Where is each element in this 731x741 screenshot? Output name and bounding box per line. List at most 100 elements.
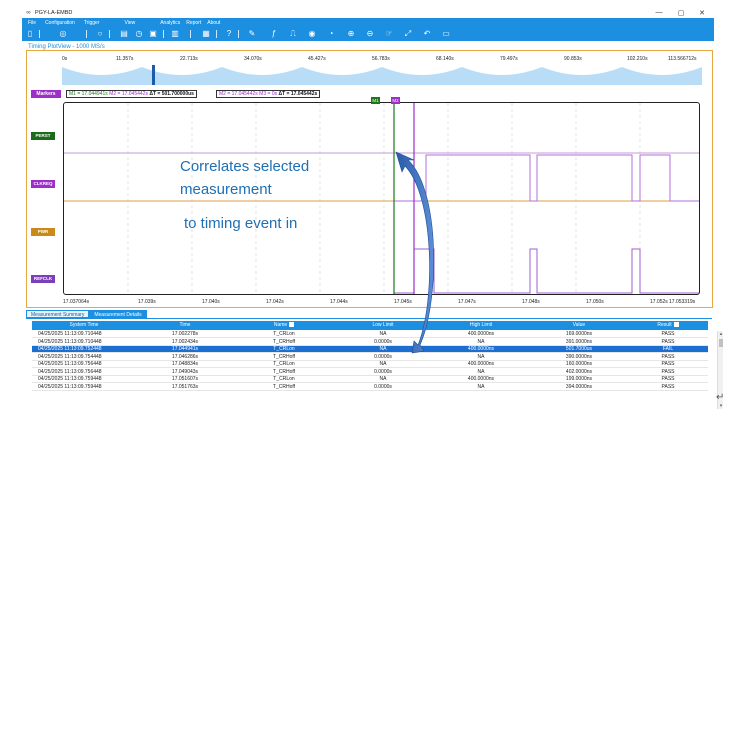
- function-icon[interactable]: ƒ: [269, 29, 279, 39]
- delta-value: ΔT = 17.045442s: [278, 91, 318, 97]
- scroll-up-icon[interactable]: ▴: [718, 331, 724, 337]
- table-row[interactable]: 04/25/2025 11:13:09.752448 17.044941s T_CR…: [32, 346, 708, 353]
- close-button[interactable]: ✕: [693, 7, 711, 18]
- menu-report[interactable]: Report: [186, 20, 201, 26]
- tab-measurement-summary[interactable]: Measurement Summary: [26, 310, 90, 318]
- tab-measurement-details[interactable]: Measurement Details: [89, 310, 147, 318]
- settings-icon[interactable]: ▭: [441, 29, 451, 39]
- waveform-area[interactable]: [63, 102, 700, 295]
- signal-label-perst[interactable]: PERST: [31, 132, 55, 140]
- m1-marker-tag[interactable]: M1: [371, 97, 380, 104]
- cell-high-limit: 400.0000ns: [467, 331, 495, 337]
- cell-system-time: 04/25/2025 11:13:09.759448: [38, 376, 102, 382]
- history-icon[interactable]: ◷: [134, 29, 144, 39]
- new-file-icon[interactable]: ▯: [25, 29, 35, 39]
- cell-time: 17.051763s: [171, 383, 199, 390]
- minimize-button[interactable]: —: [650, 7, 668, 18]
- m2-value: M2 = 17.045442s: [109, 91, 148, 97]
- cell-value: 199.0000ns: [565, 376, 593, 382]
- col-value[interactable]: Value: [530, 321, 628, 330]
- time-tick: 17.047s: [458, 299, 476, 305]
- time-tick: 17.042s: [266, 299, 284, 305]
- overview-tick: 34.070s: [244, 56, 262, 62]
- overview-strip[interactable]: [62, 65, 702, 85]
- markers-label: Markers: [31, 90, 61, 98]
- return-glyph-icon: ↵: [716, 392, 725, 403]
- m2-marker-tag[interactable]: M2: [391, 97, 400, 104]
- chart-icon[interactable]: ▥: [170, 29, 180, 39]
- toolbar-separator: [190, 30, 191, 38]
- fit-icon[interactable]: ⤢: [403, 29, 413, 39]
- cell-name: T_CRLon: [273, 376, 295, 382]
- document-icon[interactable]: ▤: [119, 29, 129, 39]
- table-row[interactable]: 04/25/2025 11:13:09.756448 17.048834s T_CR…: [32, 361, 708, 368]
- measure-icon[interactable]: ◔: [326, 29, 336, 39]
- menu-file[interactable]: File: [28, 20, 36, 26]
- time-tick: 17.044s: [330, 299, 348, 305]
- time-tick: 17.039s: [138, 299, 156, 305]
- export-icon[interactable]: ▣: [148, 29, 158, 39]
- report-icon[interactable]: ▦: [201, 29, 211, 39]
- cell-name: T_CRHoff: [272, 383, 296, 390]
- col-time[interactable]: Time: [136, 321, 234, 330]
- col-name-label: Name: [273, 322, 288, 328]
- menu-trigger[interactable]: Trigger: [84, 20, 100, 26]
- name-filter-checkbox[interactable]: [289, 322, 295, 328]
- overview-position-handle[interactable]: [152, 65, 155, 85]
- signal-label-pwr[interactable]: PWR: [31, 228, 55, 236]
- zoom-in-icon[interactable]: ⊕: [346, 29, 356, 39]
- cell-time: 17.048834s: [171, 361, 199, 367]
- col-low-limit[interactable]: Low Limit: [334, 321, 432, 330]
- maximize-button[interactable]: ▢: [672, 7, 690, 18]
- overview-tick: 79.497s: [500, 56, 518, 62]
- table-row[interactable]: 04/25/2025 11:13:09.710448 17.002434s T_CR…: [32, 339, 708, 346]
- cell-system-time: 04/25/2025 11:13:09.754448: [38, 353, 102, 360]
- menu-view[interactable]: View: [124, 20, 135, 26]
- table-row[interactable]: 04/25/2025 11:13:09.759448 17.051607s T_CR…: [32, 376, 708, 383]
- signal-label-clkreq[interactable]: CLKREQ: [31, 180, 55, 188]
- overview-tick: 68.140s: [436, 56, 454, 62]
- overview-tick: 102.210s: [627, 56, 648, 62]
- scroll-thumb[interactable]: [719, 339, 723, 347]
- cell-low-limit: 0.0000s: [374, 368, 392, 375]
- table-header: System Time Time Name Low Limit High Lim…: [32, 321, 708, 330]
- cell-time: 17.051607s: [171, 376, 199, 382]
- result-filter-checkbox[interactable]: [673, 322, 679, 328]
- overview-tick: 56.783s: [372, 56, 390, 62]
- signal-label-refclk[interactable]: REFCLK: [31, 275, 55, 283]
- col-name[interactable]: Name: [234, 321, 334, 330]
- scroll-down-icon[interactable]: ▾: [718, 403, 724, 409]
- menu-analytics[interactable]: Analytics: [160, 20, 180, 26]
- menu-configuration[interactable]: Configuration: [45, 20, 75, 26]
- cell-low-limit: 0.0000s: [374, 353, 392, 360]
- table-row[interactable]: 04/25/2025 11:13:09.754448 17.046286s T_CR…: [32, 354, 708, 361]
- edit-icon[interactable]: ✎: [247, 29, 257, 39]
- col-system-time[interactable]: System Time: [32, 321, 136, 330]
- table-row[interactable]: 04/25/2025 11:13:09.710448 17.002278s T_CR…: [32, 331, 708, 338]
- menu-about[interactable]: About: [207, 20, 220, 26]
- cell-system-time: 04/25/2025 11:13:09.710448: [38, 331, 102, 337]
- cell-time: 17.002278s: [171, 331, 199, 337]
- undo-icon[interactable]: ↶: [422, 29, 432, 39]
- cell-system-time: 04/25/2025 11:13:09.710448: [38, 338, 102, 345]
- table-row[interactable]: 04/25/2025 11:13:09.756448 17.049043s T_CR…: [32, 369, 708, 376]
- cell-low-limit: 0.0000s: [374, 383, 392, 390]
- target-icon[interactable]: ◉: [307, 29, 317, 39]
- col-result[interactable]: Result: [628, 321, 708, 330]
- record-icon[interactable]: ○: [95, 29, 105, 39]
- pan-icon[interactable]: ☞: [384, 29, 394, 39]
- pulse-icon[interactable]: ⎍: [288, 29, 298, 39]
- marker-readout-2: M2 = 17.045442s M3 = 0s ΔT = 17.045442s: [216, 90, 321, 98]
- help-icon[interactable]: ?: [224, 29, 234, 39]
- zoom-out-icon[interactable]: ⊖: [365, 29, 375, 39]
- menu-bar: File Configuration Trigger View Analytic…: [22, 18, 714, 27]
- cell-value: 501.7000us: [565, 346, 593, 352]
- marker-readout-1: M1 = 17.044941s M2 = 17.045442s ΔT = 501…: [66, 90, 197, 98]
- m2-value: M2 = 17.045442s: [219, 91, 258, 97]
- time-tick: 17.048s: [522, 299, 540, 305]
- annotation-line-3: to timing event in: [184, 215, 298, 232]
- col-high-limit[interactable]: High Limit: [432, 321, 530, 330]
- clkreq-trace: [394, 154, 699, 202]
- table-row[interactable]: 04/25/2025 11:13:09.759448 17.051763s T_CR…: [32, 384, 708, 391]
- capture-icon[interactable]: ◎: [58, 29, 68, 39]
